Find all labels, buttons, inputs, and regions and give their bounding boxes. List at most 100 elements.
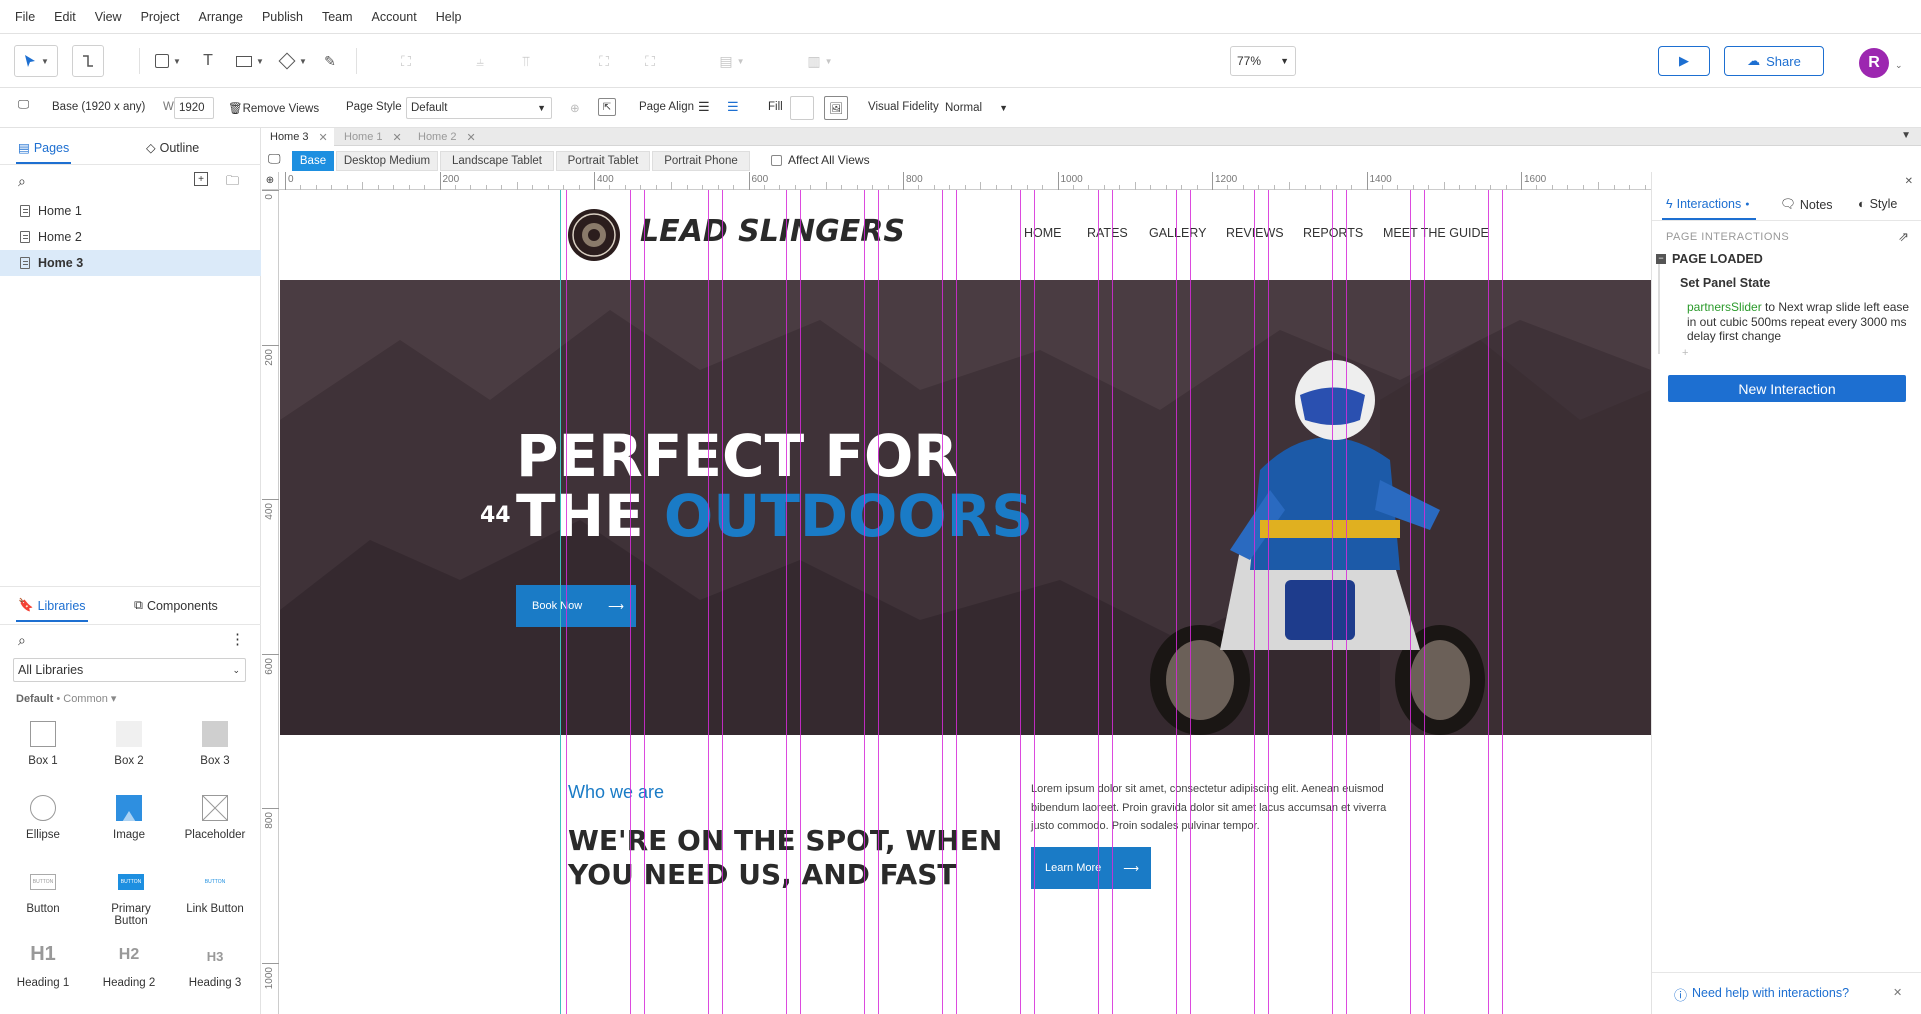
widget-primary-button[interactable]: BUTTON Primary Button	[94, 869, 168, 927]
group-button[interactable]: ⛶	[394, 45, 418, 77]
tabs-overflow-icon[interactable]: ▼	[1901, 130, 1911, 141]
view-desktop-medium[interactable]: Desktop Medium	[336, 151, 438, 171]
widget-box-1[interactable]: Box 1	[8, 721, 78, 767]
add-folder-icon[interactable]: 🗀	[226, 172, 239, 194]
adaptive-view-icon[interactable]: 🖵	[18, 99, 29, 112]
page-style-manage-icon[interactable]: ⇱	[598, 98, 616, 116]
share-button[interactable]: ☁ Share	[1724, 46, 1824, 76]
align-center-icon[interactable]: ☰	[727, 99, 739, 115]
page-style-edit-icon[interactable]: ⊕	[570, 101, 580, 115]
more-options-icon[interactable]: ⋮	[230, 630, 245, 648]
view-base[interactable]: Base	[292, 151, 334, 171]
menu-publish[interactable]: Publish	[262, 10, 303, 24]
widget-placeholder[interactable]: Placeholder	[180, 795, 250, 841]
menu-team[interactable]: Team	[322, 10, 353, 24]
event-page-loaded[interactable]: PAGE LOADED	[1672, 252, 1763, 266]
view-portrait-tablet[interactable]: Portrait Tablet	[556, 151, 650, 171]
ruler-origin-icon[interactable]: ⊕	[262, 172, 279, 190]
site-nav-gallery[interactable]: GALLERY	[1149, 226, 1206, 240]
page-style-select[interactable]: Default ▼	[406, 97, 552, 119]
align-left-icon[interactable]: ☰	[698, 99, 710, 115]
close-icon[interactable]: ✕	[1905, 176, 1913, 187]
design-canvas[interactable]: LEAD SLINGERS HOME RATES GALLERY REVIEWS…	[280, 190, 1651, 1014]
library-sub-label[interactable]: Common	[63, 693, 108, 705]
widget-heading-2[interactable]: H2 Heading 2	[94, 943, 164, 989]
menu-project[interactable]: Project	[141, 10, 180, 24]
align-top-button[interactable]: ⫨	[468, 45, 492, 77]
menu-arrange[interactable]: Arrange	[198, 10, 242, 24]
widget-button[interactable]: BUTTON Button	[8, 869, 78, 915]
action-set-panel-state[interactable]: Set Panel State	[1680, 276, 1770, 290]
view-landscape-tablet[interactable]: Landscape Tablet	[440, 151, 554, 171]
new-interaction-button[interactable]: New Interaction	[1668, 375, 1906, 402]
connector-tool-button[interactable]	[72, 45, 104, 77]
widget-image[interactable]: Image	[94, 795, 164, 841]
add-page-icon[interactable]: +	[194, 172, 208, 186]
menu-file[interactable]: File	[15, 10, 35, 24]
widget-heading-1[interactable]: H1 Heading 1	[8, 943, 78, 989]
close-icon[interactable]: ✕	[1893, 986, 1902, 999]
width-input[interactable]: 1920	[174, 97, 214, 119]
book-now-button[interactable]: Book Now ⟶	[516, 585, 636, 627]
tab-home-1[interactable]: Home 1 ✕	[336, 128, 408, 146]
lock-button[interactable]: ⛶	[592, 45, 616, 77]
menu-edit[interactable]: Edit	[54, 10, 76, 24]
close-icon[interactable]: ✕	[467, 131, 476, 144]
tab-components[interactable]: ⧉ Components	[134, 598, 218, 613]
page-item-home-2[interactable]: Home 2	[0, 224, 261, 250]
box-tool-button[interactable]: ▼	[148, 45, 188, 77]
ungroup-button[interactable]: ⛶	[638, 45, 662, 77]
search-icon[interactable]: ⌕	[18, 632, 26, 649]
arrange-button[interactable]: ▤ ▼	[712, 45, 752, 77]
widget-heading-3[interactable]: H3 Heading 3	[180, 943, 250, 989]
avatar[interactable]: R	[1859, 48, 1889, 78]
tab-home-3[interactable]: Home 3 ✕	[262, 128, 334, 146]
menu-help[interactable]: Help	[436, 10, 462, 24]
widget-link-button[interactable]: BUTTON Link Button	[180, 869, 250, 915]
hero-section[interactable]: 44 PERFECT FOR THE OUTDOORS Book Now ⟶	[280, 280, 1651, 735]
site-nav-home[interactable]: HOME	[1024, 226, 1062, 240]
text-tool-button[interactable]: T	[196, 45, 220, 77]
widget-box-3[interactable]: Box 3	[180, 721, 250, 767]
chevron-down-icon[interactable]: ⌄	[1895, 60, 1903, 71]
layers-tool-button[interactable]: ▼	[274, 45, 314, 77]
library-select[interactable]: All Libraries ⌄	[13, 658, 246, 682]
menu-view[interactable]: View	[95, 10, 122, 24]
tab-libraries[interactable]: 🔖 Libraries	[16, 598, 88, 622]
affect-all-checkbox[interactable]	[771, 155, 782, 166]
distribute-button[interactable]: ⫪	[514, 45, 538, 77]
view-portrait-phone[interactable]: Portrait Phone	[652, 151, 750, 171]
site-nav-rates[interactable]: RATES	[1087, 226, 1128, 240]
tab-outline[interactable]: ◇ Outline	[146, 140, 199, 156]
close-icon[interactable]: ✕	[319, 131, 328, 144]
page-item-home-3[interactable]: Home 3	[0, 250, 261, 276]
who-we-are-label[interactable]: Who we are	[568, 782, 664, 803]
site-logo[interactable]	[567, 208, 621, 262]
open-external-icon[interactable]: ⇗	[1898, 229, 1909, 245]
fill-color-swatch[interactable]	[790, 96, 814, 120]
preview-button[interactable]: ▶	[1658, 46, 1710, 76]
site-brand[interactable]: LEAD SLINGERS	[640, 214, 905, 249]
widget-box-2[interactable]: Box 2	[94, 721, 164, 767]
add-action-icon[interactable]: +	[1682, 347, 1688, 359]
fill-image-button[interactable]: 🖼	[824, 96, 848, 120]
select-tool-button[interactable]: ▼	[14, 45, 58, 77]
site-nav-reports[interactable]: REPORTS	[1303, 226, 1363, 240]
remove-views-button[interactable]: 🗑Remove Views	[228, 101, 319, 115]
tab-interactions[interactable]: ϟ Interactions ●	[1666, 197, 1749, 211]
dynamic-panel-tool-button[interactable]: ▼	[230, 45, 270, 77]
menu-account[interactable]: Account	[372, 10, 417, 24]
action-detail[interactable]: partnersSlider to Next wrap slide left e…	[1687, 300, 1912, 344]
help-link[interactable]: Need help with interactions?	[1692, 986, 1849, 1000]
close-icon[interactable]: ✕	[393, 131, 402, 144]
page-item-home-1[interactable]: Home 1	[0, 198, 261, 224]
adaptive-view-icon[interactable]: 🖵	[268, 151, 281, 167]
search-icon[interactable]: ⌕	[18, 173, 26, 190]
widget-ellipse[interactable]: Ellipse	[8, 795, 78, 841]
learn-more-button[interactable]: Learn More ⟶	[1031, 847, 1151, 889]
zoom-select[interactable]: 77% ▼	[1230, 46, 1296, 76]
tab-style[interactable]: ◐ Style	[1858, 197, 1897, 211]
order-button[interactable]: ▥ ▼	[800, 45, 840, 77]
tab-home-2[interactable]: Home 2 ✕	[410, 128, 482, 146]
tab-notes[interactable]: 🗨 Notes	[1780, 197, 1833, 212]
